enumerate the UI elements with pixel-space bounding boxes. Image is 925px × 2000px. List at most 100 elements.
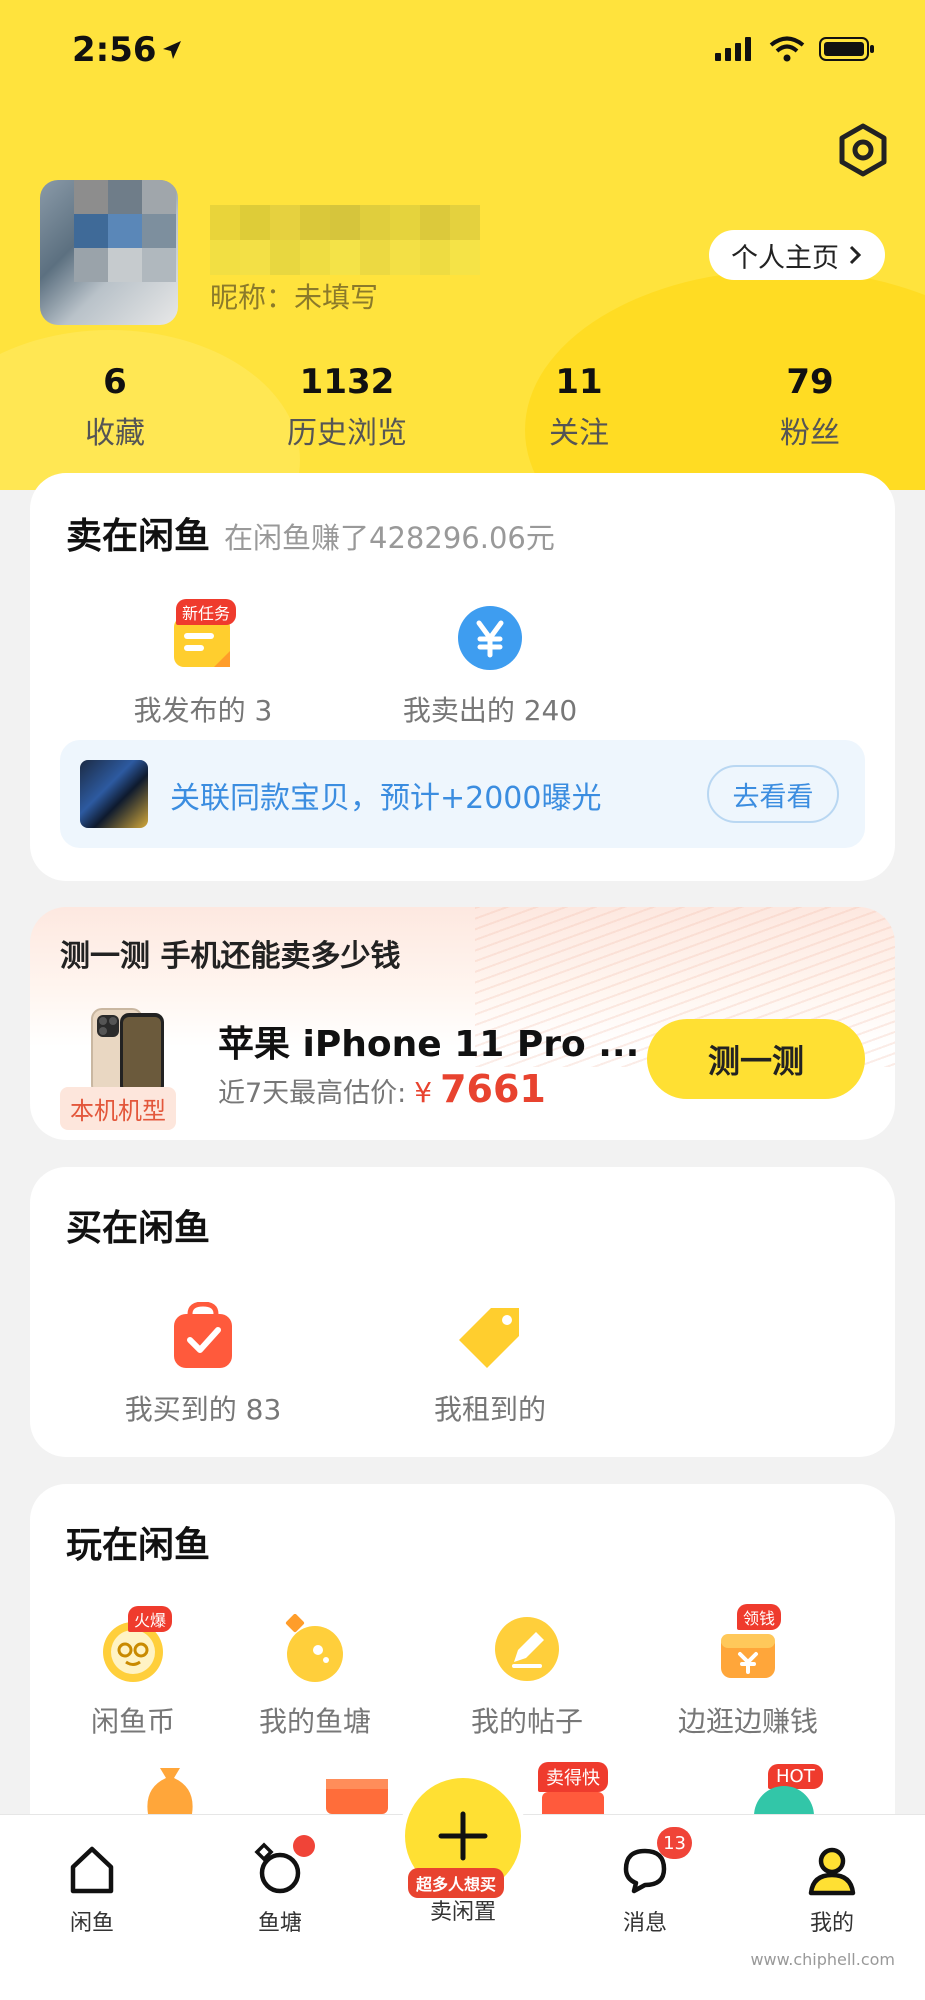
my-sold-item[interactable]: 我卖出的 240 <box>380 603 600 729</box>
stat-following[interactable]: 11 关注 <box>479 362 679 452</box>
hot-tag: 火爆 <box>128 1606 173 1632</box>
chevron-right-icon <box>849 245 862 265</box>
sell-earnings: 在闲鱼赚了428296.06元 <box>224 521 555 555</box>
estimate-price: 7661 <box>440 1067 546 1111</box>
profile-home-button[interactable]: 个人主页 <box>709 230 885 280</box>
avatar[interactable] <box>40 180 178 325</box>
avatar-mosaic <box>108 180 142 214</box>
my-posts-item[interactable]: 我的帖子 <box>422 1614 632 1740</box>
avatar-mosaic <box>74 180 108 214</box>
tab-messages-label: 消息 <box>622 1911 667 1936</box>
signal-icon <box>715 37 751 61</box>
stat-value: 11 <box>555 362 603 402</box>
avatar-mosaic <box>142 248 176 282</box>
shopping-bag-icon <box>168 1301 238 1372</box>
browse-earn-label: 边逛边赚钱 <box>677 1705 818 1738</box>
my-published-item[interactable]: 新任务 我发布的 3 <box>93 599 313 729</box>
pond-notification-dot <box>293 1835 315 1857</box>
location-arrow-icon <box>163 41 181 59</box>
currency-symbol: ¥ <box>414 1076 433 1109</box>
avatar-mosaic <box>74 214 108 248</box>
tab-pond[interactable]: 鱼塘 <box>220 1835 340 1937</box>
plus-icon <box>438 1811 488 1861</box>
status-bar: 2:56 <box>0 28 925 72</box>
new-task-tag: 新任务 <box>176 599 237 625</box>
stat-label: 关注 <box>549 416 609 451</box>
stat-favorites[interactable]: 6 收藏 <box>15 362 215 452</box>
avatar-mosaic <box>142 180 176 214</box>
fish-coin-label: 闲鱼币 <box>90 1705 175 1738</box>
estimate-label: 近7天最高估价: <box>218 1078 407 1109</box>
stat-value: 79 <box>786 362 834 402</box>
person-icon <box>803 1841 861 1899</box>
sell-fast-item[interactable]: 卖得快 <box>538 1762 608 1792</box>
my-bought-label: 我买到的 83 <box>124 1393 282 1426</box>
promo-text: 关联同款宝贝，预计+2000曝光 <box>170 781 602 816</box>
stat-label: 收藏 <box>85 416 145 451</box>
money-bag-icon <box>147 1768 193 1814</box>
my-rented-label: 我租到的 <box>433 1393 546 1426</box>
stat-value: 1132 <box>299 362 395 402</box>
sell-section-card: 卖在闲鱼 在闲鱼赚了428296.06元 新任务 我发布的 3 我卖出的 240 … <box>30 473 895 881</box>
settings-icon[interactable] <box>833 120 893 180</box>
chat-icon: 13 <box>616 1827 692 1899</box>
avatar-mosaic <box>74 248 108 282</box>
status-time: 2:56 <box>72 30 157 70</box>
tab-home-label: 闲鱼 <box>69 1911 114 1936</box>
my-rented-item[interactable]: 我租到的 <box>380 1302 600 1428</box>
battery-icon <box>819 37 874 61</box>
pond-icon <box>251 1835 315 1899</box>
stat-history[interactable]: 1132 历史浏览 <box>247 362 447 452</box>
my-bought-item[interactable]: 我买到的 83 <box>93 1301 313 1428</box>
promo-go-button[interactable]: 去看看 <box>707 765 839 823</box>
sell-section-title: 卖在闲鱼 在闲鱼赚了428296.06元 <box>66 516 555 557</box>
money-box-icon: 领钱 <box>713 1604 783 1684</box>
sell-fast-tag: 卖得快 <box>538 1762 608 1792</box>
earn-tag: 领钱 <box>737 1604 782 1630</box>
avatar-mosaic <box>142 214 176 248</box>
browse-earn-item[interactable]: 领钱 边逛边赚钱 <box>636 1604 860 1740</box>
tab-messages[interactable]: 13 消息 <box>585 1827 705 1937</box>
wifi-icon <box>769 36 805 62</box>
messages-badge: 13 <box>657 1827 692 1859</box>
stat-label: 历史浏览 <box>287 416 407 451</box>
gift-box-icon <box>326 1779 388 1814</box>
username-redacted <box>210 205 480 275</box>
post-edit-icon <box>492 1614 562 1684</box>
stat-value: 6 <box>103 362 127 402</box>
buy-section-title: 买在闲鱼 <box>66 1208 211 1249</box>
tab-pond-label: 鱼塘 <box>257 1911 302 1936</box>
avatar-mosaic <box>108 248 142 282</box>
stat-followers[interactable]: 79 粉丝 <box>710 362 910 452</box>
fish-coin-item[interactable]: 火爆 闲鱼币 <box>28 1606 238 1740</box>
home-icon <box>63 1841 121 1899</box>
tab-me-label: 我的 <box>809 1911 854 1936</box>
watermark: www.chiphell.com <box>750 1950 895 1969</box>
price-test-headline: 测一测 手机还能卖多少钱 <box>60 939 401 974</box>
my-posts-label: 我的帖子 <box>470 1705 583 1738</box>
device-tag: 本机机型 <box>60 1087 176 1130</box>
tab-home[interactable]: 闲鱼 <box>32 1841 152 1937</box>
device-model: 苹果 iPhone 11 Pro ... <box>218 1024 640 1065</box>
tab-sell-label: 卖闲置 <box>429 1900 496 1925</box>
play-section-title: 玩在闲鱼 <box>66 1525 211 1566</box>
test-price-button[interactable]: 测一测 <box>647 1019 865 1099</box>
fish-coin-icon: 火爆 <box>98 1606 173 1684</box>
avatar-mosaic <box>108 214 142 248</box>
buy-section-card: 买在闲鱼 我买到的 83 我租到的 <box>30 1167 895 1457</box>
my-fish-pond-label: 我的鱼塘 <box>258 1705 371 1738</box>
iphone-image <box>91 1008 164 1096</box>
my-sold-label: 我卖出的 240 <box>402 694 578 727</box>
yen-coin-icon <box>455 603 525 673</box>
fish-pond-icon <box>280 1613 350 1684</box>
my-published-label: 我发布的 3 <box>133 694 273 727</box>
tab-me[interactable]: 我的 <box>772 1841 892 1937</box>
profile-home-label: 个人主页 <box>731 242 839 274</box>
my-fish-pond-item[interactable]: 我的鱼塘 <box>210 1613 420 1740</box>
stat-label: 粉丝 <box>780 416 840 451</box>
promo-banner[interactable]: 关联同款宝贝，预计+2000曝光 去看看 <box>60 740 865 848</box>
price-test-card: 测一测 手机还能卖多少钱 本机机型 苹果 iPhone 11 Pro ... 近… <box>30 907 895 1140</box>
new-task-icon: 新任务 <box>168 599 238 673</box>
promo-thumbnail <box>80 760 148 828</box>
nickname-text: 昵称：未填写 <box>210 281 379 314</box>
